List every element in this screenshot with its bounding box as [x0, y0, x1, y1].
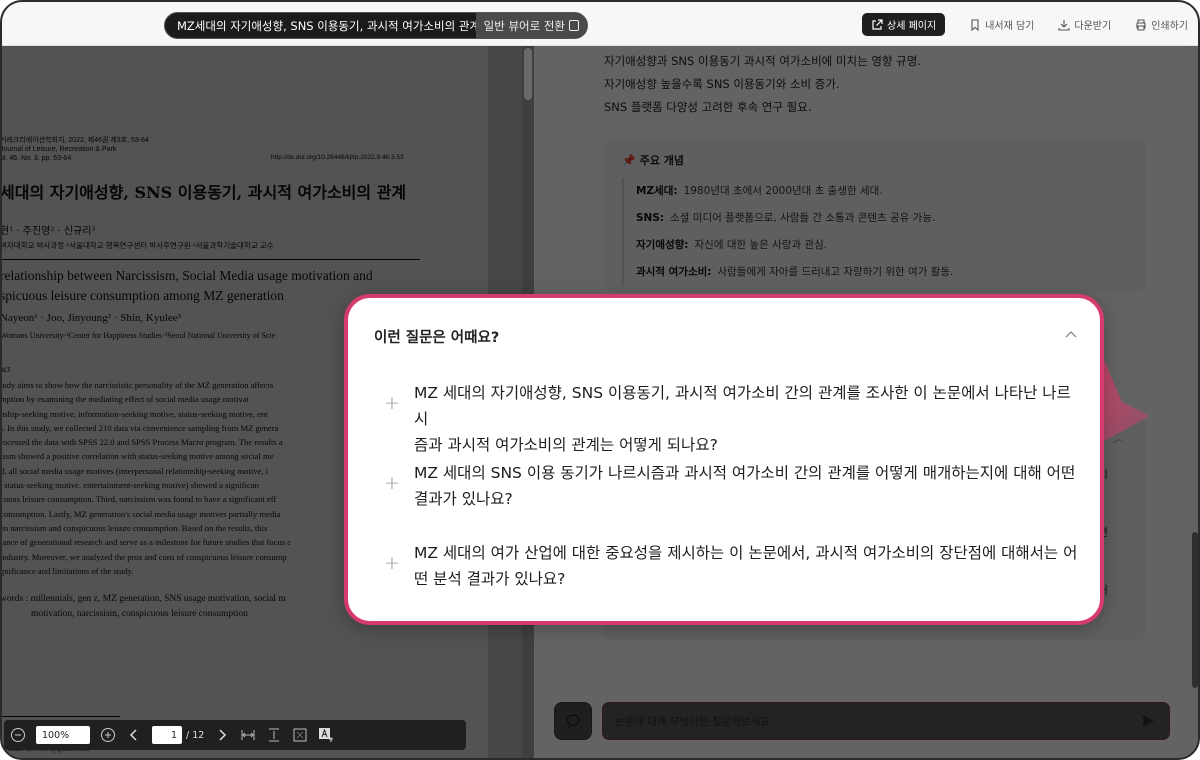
chevron-right-icon: [219, 729, 227, 741]
top-bar: MZ세대의 자기애성향, SNS 이용동기, 과시적 여가소비의 관계 일반 뷰…: [2, 2, 1198, 46]
fullscreen-button[interactable]: [292, 727, 308, 743]
translate-icon: [319, 728, 334, 742]
print-button[interactable]: 인쇄하기: [1135, 17, 1188, 32]
fullscreen-icon: [293, 728, 307, 742]
send-icon[interactable]: [1140, 713, 1156, 729]
minus-circle-icon: [11, 728, 25, 742]
concept-item: MZ세대: 1980년대 초에서 2000년대 초 출생한 세대.: [636, 185, 883, 197]
pdf-toolbar: 100% 1 / 12: [4, 720, 466, 750]
divider: [2, 259, 420, 260]
zoom-in-button[interactable]: [100, 727, 116, 743]
plus-icon: +: [384, 392, 400, 414]
concept-item: SNS: 소셜 미디어 플랫폼으로, 사람들 간 소통과 콘텐츠 공유 가능.: [636, 212, 936, 224]
journal-info: 거레크리에이션학회지, 2022, 제46권 제3호, 53-64 Journa…: [2, 137, 149, 162]
concept-item: 자기애성향: 자신에 대한 높은 사랑과 관심.: [636, 239, 828, 251]
chat-scrollbar[interactable]: [1190, 46, 1198, 758]
summary-list: 자기애성향과 SNS 이용동기 과시적 여가소비에 미치는 영향 규명. 자기애…: [604, 50, 921, 119]
collapse-chevron-up-icon[interactable]: [1064, 328, 1078, 342]
download-button[interactable]: 다운받기: [1058, 17, 1111, 32]
bookmark-icon: [971, 18, 979, 31]
summary-line: SNS 플랫폼 다양성 고려한 후속 연구 필요.: [604, 100, 812, 114]
page-total: / 12: [186, 729, 205, 741]
download-icon: [1058, 19, 1070, 31]
summary-line: 자기애성향 높을수록 SNS 이용동기와 소비 증가.: [604, 77, 840, 91]
switch-viewer-label: 일반 뷰어로 전환: [483, 18, 565, 33]
plus-icon: +: [384, 472, 400, 494]
zoom-out-button[interactable]: [10, 727, 26, 743]
save-to-library-button[interactable]: 내서재 담기: [969, 17, 1034, 32]
detail-page-label: 상세 페이지: [887, 21, 937, 32]
key-concepts-card: 📌 주요 개념 MZ세대: 1980년대 초에서 2000년대 초 출생한 세대.…: [604, 138, 1146, 292]
chevron-left-icon: [129, 729, 137, 741]
abstract-heading: act: [2, 364, 11, 374]
app-window: MZ세대의 자기애성향, SNS 이용동기, 과시적 여가소비의 관계 일반 뷰…: [0, 0, 1200, 760]
switch-viewer-button[interactable]: 일반 뷰어로 전환: [475, 13, 587, 38]
fit-width-button[interactable]: [240, 727, 256, 743]
paper-title-english: relationship between Narcissism, Social …: [2, 268, 373, 303]
document-title-pill: MZ세대의 자기애성향, SNS 이용동기, 과시적 여가소비의 관계 일반 뷰…: [164, 12, 588, 39]
next-page-button[interactable]: [214, 727, 230, 743]
top-actions: 상세 페이지 내서재 담기 다운받기 인쇄하기: [862, 13, 1188, 36]
suggested-question-1[interactable]: + MZ 세대의 자기애성향, SNS 이용동기, 과시적 여가소비 간의 관계…: [384, 380, 1084, 458]
paper-authors-english: Nayeon¹ · Joo, Jinyoung² · Shin, Kyulee³: [2, 312, 181, 324]
key-concepts-list: MZ세대: 1980년대 초에서 2000년대 초 출생한 세대. SNS: 소셜 …: [622, 178, 1128, 286]
pdf-scroll-thumb[interactable]: [524, 48, 532, 100]
printer-icon: [1136, 18, 1146, 31]
chat-mode-button[interactable]: [554, 702, 592, 740]
chat-scroll-thumb[interactable]: [1192, 532, 1198, 688]
page-number-input[interactable]: 1: [152, 726, 182, 744]
plus-circle-icon: [101, 728, 115, 742]
keywords: words : millennials, gen z, MZ generatio…: [2, 594, 286, 619]
doi-link[interactable]: http://dx.doi.org/10.26446/kjlrp.2022.9.…: [271, 154, 404, 161]
zoom-level-input[interactable]: 100%: [36, 726, 90, 744]
suggested-questions-title: 이런 질문은 어때요?: [374, 330, 500, 346]
summary-line: 자기애성향과 SNS 이용동기 과시적 여가소비에 미치는 영향 규명.: [604, 54, 921, 68]
paper-authors-korean: 현¹ · 주진영² · 신규리³: [2, 226, 96, 237]
suggested-question-2[interactable]: + MZ 세대의 SNS 이용 동기가 나르시즘과 과시적 여가소비 간의 관계…: [384, 460, 1084, 512]
detail-page-button[interactable]: 상세 페이지: [862, 13, 946, 36]
paper-title-korean: 세대의 자기애성향, SNS 이용동기, 과시적 여가소비의 관계: [2, 183, 407, 202]
pin-icon: 📌: [622, 153, 636, 167]
download-label: 다운받기: [1074, 21, 1112, 32]
concept-item: 과시적 여가소비: 사람들에게 자아를 드러내고 자랑하기 위한 여가 활동.: [636, 266, 954, 278]
translate-button[interactable]: [318, 727, 334, 743]
paper-affiliation-english: Womans University·²Center for Happiness …: [2, 331, 276, 340]
plus-icon: +: [384, 552, 400, 574]
previous-page-button[interactable]: [126, 727, 142, 743]
fit-width-icon: [241, 730, 255, 740]
paper-affiliation-korean: 여자대학교 박사과정·²서울대학교 행복연구센터 박사후연구원·³서울과학기술대…: [2, 241, 274, 250]
fit-height-icon: [269, 728, 280, 742]
suggested-question-3[interactable]: + MZ 세대의 여가 산업에 대한 중요성을 제시하는 이 논문에서, 과시적…: [384, 540, 1084, 592]
key-concepts-title: 📌 주요 개념: [622, 153, 685, 168]
external-link-icon: [872, 18, 883, 30]
suggested-questions-popup: 이런 질문은 어때요? + MZ 세대의 자기애성향, SNS 이용동기, 과시…: [344, 294, 1104, 625]
document-icon: [569, 20, 579, 31]
fit-height-button[interactable]: [266, 727, 282, 743]
chat-question-input[interactable]: 논문에 대해 무엇이든 질문해보세요.: [602, 702, 1170, 740]
print-label: 인쇄하기: [1151, 21, 1188, 32]
save-to-library-label: 내서재 담기: [985, 21, 1035, 32]
document-title: MZ세대의 자기애성향, SNS 이용동기, 과시적 여가소비의 관계: [177, 18, 476, 33]
footnote-divider: [2, 716, 120, 717]
chat-input-row: 논문에 대해 무엇이든 질문해보세요.: [554, 702, 1170, 740]
chat-bubble-icon: [566, 714, 580, 729]
